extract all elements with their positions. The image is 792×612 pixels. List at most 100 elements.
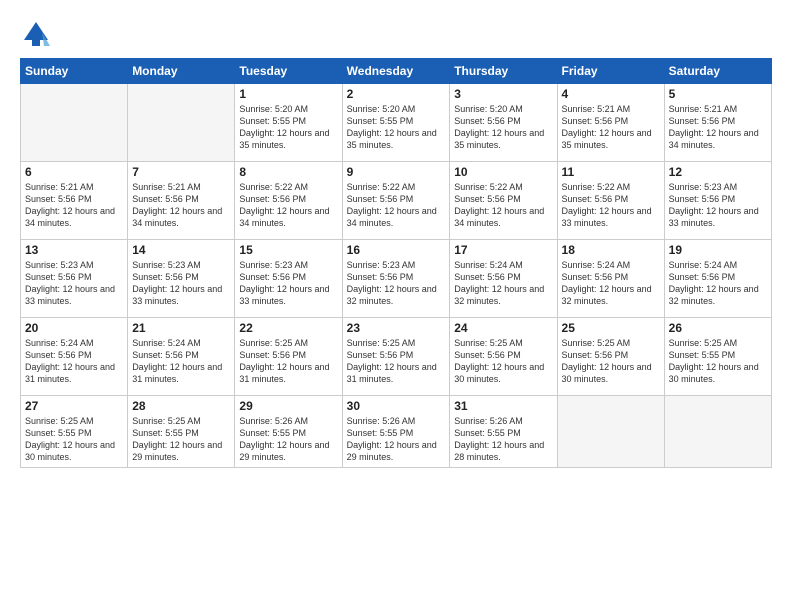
calendar-cell	[557, 396, 664, 468]
page-header	[20, 18, 772, 50]
day-info: Sunrise: 5:23 AM Sunset: 5:56 PM Dayligh…	[347, 259, 446, 308]
weekday-header-friday: Friday	[557, 59, 664, 84]
day-number: 19	[669, 243, 767, 257]
day-info: Sunrise: 5:25 AM Sunset: 5:55 PM Dayligh…	[25, 415, 123, 464]
calendar-cell: 26 Sunrise: 5:25 AM Sunset: 5:55 PM Dayli…	[664, 318, 771, 396]
day-info: Sunrise: 5:24 AM Sunset: 5:56 PM Dayligh…	[454, 259, 552, 308]
calendar-cell: 20 Sunrise: 5:24 AM Sunset: 5:56 PM Dayli…	[21, 318, 128, 396]
day-info: Sunrise: 5:20 AM Sunset: 5:55 PM Dayligh…	[347, 103, 446, 152]
calendar-cell: 12 Sunrise: 5:23 AM Sunset: 5:56 PM Dayli…	[664, 162, 771, 240]
day-number: 9	[347, 165, 446, 179]
day-number: 2	[347, 87, 446, 101]
calendar-cell	[21, 84, 128, 162]
week-row-4: 20 Sunrise: 5:24 AM Sunset: 5:56 PM Dayli…	[21, 318, 772, 396]
calendar-cell: 17Sunrise: 5:24 AM Sunset: 5:56 PM Dayli…	[450, 240, 557, 318]
day-number: 12	[669, 165, 767, 179]
calendar-cell: 10 Sunrise: 5:22 AM Sunset: 5:56 PM Dayli…	[450, 162, 557, 240]
day-number: 25	[562, 321, 660, 335]
calendar-cell: 6 Sunrise: 5:21 AM Sunset: 5:56 PM Daylig…	[21, 162, 128, 240]
day-info: Sunrise: 5:24 AM Sunset: 5:56 PM Dayligh…	[132, 337, 230, 386]
calendar-cell: 4 Sunrise: 5:21 AM Sunset: 5:56 PM Daylig…	[557, 84, 664, 162]
day-info: Sunrise: 5:26 AM Sunset: 5:55 PM Dayligh…	[347, 415, 446, 464]
week-row-1: 1Sunrise: 5:20 AM Sunset: 5:55 PM Daylig…	[21, 84, 772, 162]
calendar-cell: 23 Sunrise: 5:25 AM Sunset: 5:56 PM Dayli…	[342, 318, 450, 396]
day-info: Sunrise: 5:26 AM Sunset: 5:55 PM Dayligh…	[454, 415, 552, 464]
week-row-2: 6 Sunrise: 5:21 AM Sunset: 5:56 PM Daylig…	[21, 162, 772, 240]
day-info: Sunrise: 5:24 AM Sunset: 5:56 PM Dayligh…	[669, 259, 767, 308]
day-info: Sunrise: 5:22 AM Sunset: 5:56 PM Dayligh…	[239, 181, 337, 230]
day-info: Sunrise: 5:20 AM Sunset: 5:56 PM Dayligh…	[454, 103, 552, 152]
day-number: 13	[25, 243, 123, 257]
day-number: 28	[132, 399, 230, 413]
day-number: 20	[25, 321, 123, 335]
calendar-cell: 24 Sunrise: 5:25 AM Sunset: 5:56 PM Dayli…	[450, 318, 557, 396]
day-info: Sunrise: 5:22 AM Sunset: 5:56 PM Dayligh…	[454, 181, 552, 230]
calendar-cell: 2 Sunrise: 5:20 AM Sunset: 5:55 PM Daylig…	[342, 84, 450, 162]
day-info: Sunrise: 5:21 AM Sunset: 5:56 PM Dayligh…	[562, 103, 660, 152]
calendar-cell: 21 Sunrise: 5:24 AM Sunset: 5:56 PM Dayli…	[128, 318, 235, 396]
day-info: Sunrise: 5:23 AM Sunset: 5:56 PM Dayligh…	[132, 259, 230, 308]
day-number: 6	[25, 165, 123, 179]
day-number: 16	[347, 243, 446, 257]
day-info: Sunrise: 5:23 AM Sunset: 5:56 PM Dayligh…	[239, 259, 337, 308]
day-number: 26	[669, 321, 767, 335]
weekday-header-monday: Monday	[128, 59, 235, 84]
day-info: Sunrise: 5:25 AM Sunset: 5:56 PM Dayligh…	[454, 337, 552, 386]
day-info: Sunrise: 5:24 AM Sunset: 5:56 PM Dayligh…	[25, 337, 123, 386]
logo-icon	[20, 18, 52, 50]
logo	[20, 18, 56, 50]
day-info: Sunrise: 5:25 AM Sunset: 5:56 PM Dayligh…	[239, 337, 337, 386]
week-row-3: 13 Sunrise: 5:23 AM Sunset: 5:56 PM Dayli…	[21, 240, 772, 318]
calendar-cell	[128, 84, 235, 162]
day-info: Sunrise: 5:21 AM Sunset: 5:56 PM Dayligh…	[132, 181, 230, 230]
day-number: 14	[132, 243, 230, 257]
day-info: Sunrise: 5:24 AM Sunset: 5:56 PM Dayligh…	[562, 259, 660, 308]
day-number: 27	[25, 399, 123, 413]
day-number: 23	[347, 321, 446, 335]
day-number: 21	[132, 321, 230, 335]
calendar-cell: 30Sunrise: 5:26 AM Sunset: 5:55 PM Dayli…	[342, 396, 450, 468]
day-info: Sunrise: 5:23 AM Sunset: 5:56 PM Dayligh…	[669, 181, 767, 230]
calendar-cell: 29 Sunrise: 5:26 AM Sunset: 5:55 PM Dayli…	[235, 396, 342, 468]
day-info: Sunrise: 5:21 AM Sunset: 5:56 PM Dayligh…	[669, 103, 767, 152]
calendar-cell: 3Sunrise: 5:20 AM Sunset: 5:56 PM Daylig…	[450, 84, 557, 162]
calendar-cell: 27 Sunrise: 5:25 AM Sunset: 5:55 PM Dayli…	[21, 396, 128, 468]
calendar-cell: 16 Sunrise: 5:23 AM Sunset: 5:56 PM Dayli…	[342, 240, 450, 318]
calendar-cell: 18 Sunrise: 5:24 AM Sunset: 5:56 PM Dayli…	[557, 240, 664, 318]
calendar-cell: 7 Sunrise: 5:21 AM Sunset: 5:56 PM Daylig…	[128, 162, 235, 240]
day-number: 4	[562, 87, 660, 101]
day-number: 15	[239, 243, 337, 257]
day-number: 10	[454, 165, 552, 179]
calendar-cell: 19 Sunrise: 5:24 AM Sunset: 5:56 PM Dayli…	[664, 240, 771, 318]
week-row-5: 27 Sunrise: 5:25 AM Sunset: 5:55 PM Dayli…	[21, 396, 772, 468]
calendar-cell: 5Sunrise: 5:21 AM Sunset: 5:56 PM Daylig…	[664, 84, 771, 162]
calendar-cell: 25Sunrise: 5:25 AM Sunset: 5:56 PM Dayli…	[557, 318, 664, 396]
day-info: Sunrise: 5:22 AM Sunset: 5:56 PM Dayligh…	[347, 181, 446, 230]
calendar-cell: 15 Sunrise: 5:23 AM Sunset: 5:56 PM Dayli…	[235, 240, 342, 318]
day-info: Sunrise: 5:20 AM Sunset: 5:55 PM Dayligh…	[239, 103, 337, 152]
day-info: Sunrise: 5:25 AM Sunset: 5:56 PM Dayligh…	[347, 337, 446, 386]
day-number: 7	[132, 165, 230, 179]
day-info: Sunrise: 5:25 AM Sunset: 5:55 PM Dayligh…	[669, 337, 767, 386]
day-number: 11	[562, 165, 660, 179]
calendar-cell: 9 Sunrise: 5:22 AM Sunset: 5:56 PM Daylig…	[342, 162, 450, 240]
day-number: 31	[454, 399, 552, 413]
day-info: Sunrise: 5:22 AM Sunset: 5:56 PM Dayligh…	[562, 181, 660, 230]
day-number: 29	[239, 399, 337, 413]
calendar-cell: 28Sunrise: 5:25 AM Sunset: 5:55 PM Dayli…	[128, 396, 235, 468]
calendar-cell: 13 Sunrise: 5:23 AM Sunset: 5:56 PM Dayli…	[21, 240, 128, 318]
calendar-cell: 22 Sunrise: 5:25 AM Sunset: 5:56 PM Dayli…	[235, 318, 342, 396]
day-info: Sunrise: 5:23 AM Sunset: 5:56 PM Dayligh…	[25, 259, 123, 308]
calendar-table: SundayMondayTuesdayWednesdayThursdayFrid…	[20, 58, 772, 468]
day-number: 18	[562, 243, 660, 257]
day-info: Sunrise: 5:26 AM Sunset: 5:55 PM Dayligh…	[239, 415, 337, 464]
day-number: 24	[454, 321, 552, 335]
day-info: Sunrise: 5:21 AM Sunset: 5:56 PM Dayligh…	[25, 181, 123, 230]
calendar-cell: 14 Sunrise: 5:23 AM Sunset: 5:56 PM Dayli…	[128, 240, 235, 318]
calendar-cell: 31 Sunrise: 5:26 AM Sunset: 5:55 PM Dayli…	[450, 396, 557, 468]
calendar-cell	[664, 396, 771, 468]
day-number: 22	[239, 321, 337, 335]
calendar-cell: 8Sunrise: 5:22 AM Sunset: 5:56 PM Daylig…	[235, 162, 342, 240]
weekday-header-thursday: Thursday	[450, 59, 557, 84]
calendar-cell: 1Sunrise: 5:20 AM Sunset: 5:55 PM Daylig…	[235, 84, 342, 162]
